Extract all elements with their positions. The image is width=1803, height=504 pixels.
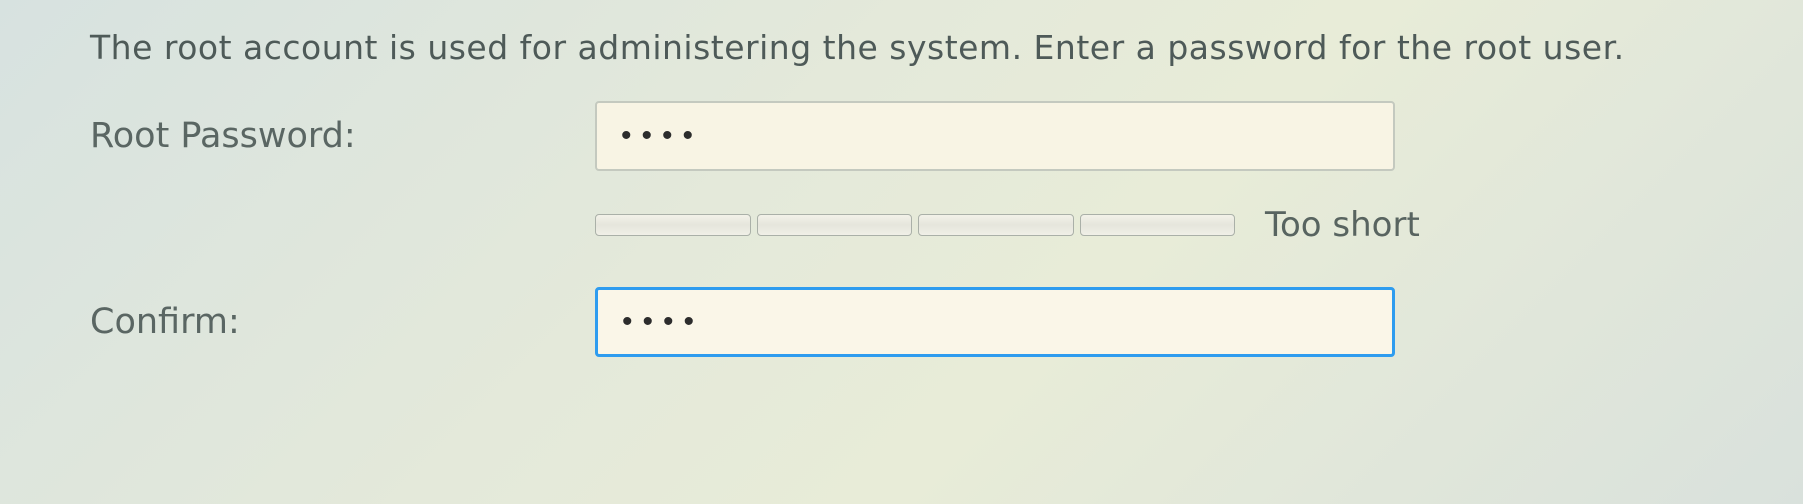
confirm-password-label: Confirm:	[90, 302, 595, 342]
confirm-password-input[interactable]	[595, 287, 1395, 357]
password-strength-row: Too short	[90, 183, 1713, 275]
password-strength-meter	[595, 214, 1235, 236]
instruction-text: The root account is used for administeri…	[90, 28, 1713, 67]
strength-segment	[595, 214, 751, 236]
confirm-password-row: Confirm:	[90, 287, 1713, 357]
strength-segment	[757, 214, 913, 236]
strength-segment	[918, 214, 1074, 236]
root-password-panel: The root account is used for administeri…	[0, 0, 1803, 357]
root-password-label: Root Password:	[90, 116, 595, 156]
root-password-input[interactable]	[595, 101, 1395, 171]
confirm-password-field-wrapper	[595, 287, 1395, 357]
strength-segment	[1080, 214, 1236, 236]
root-password-row: Root Password:	[90, 101, 1713, 171]
root-password-field-wrapper	[595, 101, 1395, 171]
password-strength-area: Too short	[595, 205, 1420, 245]
password-strength-label: Too short	[1235, 205, 1420, 245]
